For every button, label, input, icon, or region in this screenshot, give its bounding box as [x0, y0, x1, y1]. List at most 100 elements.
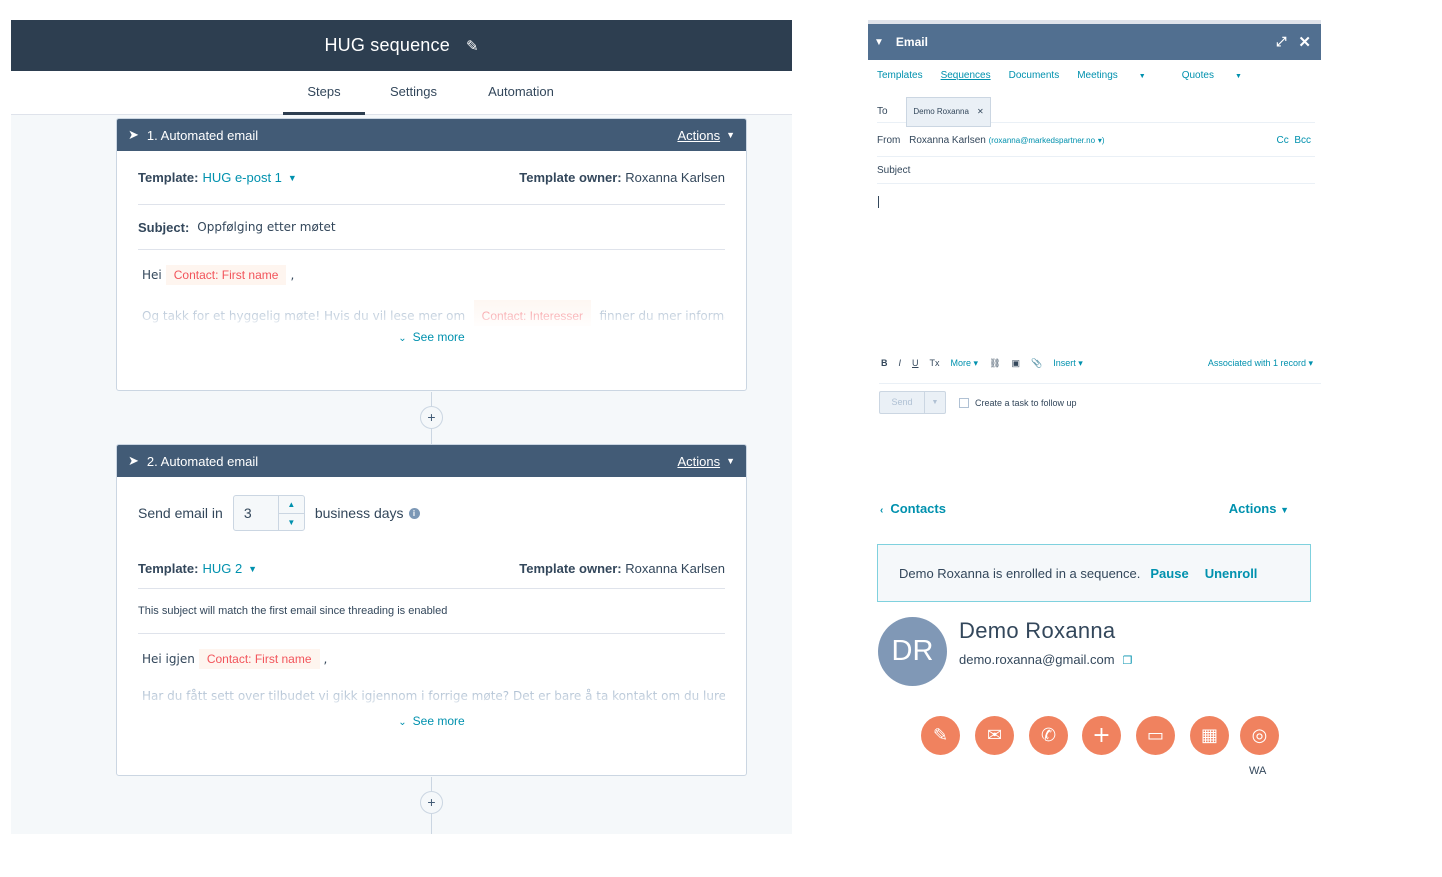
avatar: DR	[878, 617, 947, 686]
personalization-token: Contact: Interesser	[473, 300, 592, 326]
chevron-down-icon: ⌄	[398, 333, 407, 344]
personalization-token: Contact: First name	[198, 649, 320, 669]
owner-label: Template owner:	[519, 170, 622, 185]
image-icon[interactable]: ▣	[1012, 358, 1021, 369]
call-icon[interactable]: ✆	[1029, 716, 1068, 755]
associated-records-dropdown[interactable]: Associated with 1 record ▾	[1208, 358, 1313, 369]
log-icon[interactable]: ▭	[1136, 716, 1175, 755]
days-value[interactable]: 3	[234, 496, 278, 530]
template-row: Template: HUG e-post 1 ▼ Template owner:…	[138, 151, 725, 205]
bold-button[interactable]: B	[881, 358, 888, 368]
send-row: Send ▼ Create a task to follow up	[879, 383, 1321, 414]
caret-down-icon: ▼	[1234, 73, 1242, 80]
increment-icon[interactable]: ▲	[278, 496, 304, 514]
send-button[interactable]: Send ▼	[879, 391, 946, 414]
see-more-link[interactable]: ⌄ See more	[138, 714, 725, 728]
copy-icon[interactable]: ❐	[1123, 655, 1133, 667]
caret-down-icon: ▾)	[1097, 136, 1105, 145]
bcc-link[interactable]: Bcc	[1294, 135, 1311, 146]
actions-label: Actions	[677, 127, 721, 143]
caret-down-icon: ▼	[1138, 73, 1146, 80]
chevron-down-icon[interactable]: ▼	[874, 37, 884, 48]
add-step-button[interactable]: +	[420, 791, 443, 814]
days-stepper[interactable]: 3 ▲ ▼	[232, 495, 305, 531]
sequences-link[interactable]: Sequences	[941, 70, 991, 81]
caret-down-icon: ▼	[248, 563, 258, 574]
see-more-link[interactable]: ⌄ See more	[138, 330, 725, 344]
edit-pencil-icon[interactable]: ✎	[466, 37, 479, 55]
paper-plane-icon: ➤	[128, 127, 139, 142]
preview-text: Har du fått sett over tilbudet vi gikk i…	[142, 689, 725, 703]
follow-up-label: Create a task to follow up	[975, 397, 1077, 408]
insert-label: Insert	[1053, 357, 1076, 368]
tab-settings[interactable]: Settings	[381, 71, 446, 115]
chip-label: Demo Roxanna	[913, 107, 969, 116]
email-header: ▼ Email ⤢ ✕	[868, 24, 1321, 60]
template-select[interactable]: HUG 2	[202, 561, 242, 576]
send-delay-row: Send email in 3 ▲ ▼ business days i	[138, 477, 725, 549]
italic-button[interactable]: I	[899, 358, 902, 368]
enrollment-text: Demo Roxanna is enrolled in a sequence.	[899, 565, 1141, 581]
insert-dropdown[interactable]: Insert ▾	[1053, 358, 1083, 369]
greeting-comma: ,	[290, 268, 295, 282]
step-card-header: ➤ 1. Automated email Actions ▼	[117, 119, 746, 151]
whatsapp-icon[interactable]: ◎	[1240, 716, 1279, 755]
from-name: Roxanna Karlsen	[909, 135, 986, 146]
more-dropdown[interactable]: More ▾	[951, 358, 979, 369]
caret-down-icon: ▼	[726, 130, 735, 140]
to-field[interactable]: To Demo Roxanna ✕	[877, 97, 1315, 127]
subject-field[interactable]: Subject	[877, 159, 1315, 184]
step-actions-button[interactable]: Actions	[677, 128, 720, 143]
owner-label: Template owner:	[519, 561, 622, 576]
info-icon[interactable]: i	[408, 507, 420, 519]
tab-automation[interactable]: Automation	[479, 71, 563, 115]
subject-value: Oppfølging etter møtet	[197, 220, 336, 234]
caret-down-icon: ▼	[726, 456, 735, 466]
enrollment-banner: Demo Roxanna is enrolled in a sequence. …	[877, 544, 1311, 602]
quotes-dropdown[interactable]: Quotes ▼	[1182, 70, 1260, 81]
follow-up-checkbox[interactable]	[959, 397, 969, 408]
documents-link[interactable]: Documents	[1009, 70, 1060, 81]
back-to-contacts-link[interactable]: ‹ Contacts	[880, 501, 946, 516]
from-email[interactable]: (roxanna@markedspartner.no	[989, 136, 1095, 145]
close-icon[interactable]: ✕	[1298, 33, 1311, 51]
underline-button[interactable]: U	[912, 358, 919, 368]
remove-icon[interactable]: ✕	[977, 107, 984, 116]
meeting-icon[interactable]: ▦	[1190, 716, 1229, 755]
step-actions-button[interactable]: Actions	[677, 454, 720, 469]
template-select[interactable]: HUG e-post 1	[202, 170, 281, 185]
email-icon[interactable]: ✉	[975, 716, 1014, 755]
recipient-chip[interactable]: Demo Roxanna ✕	[906, 97, 991, 127]
sequence-editor: HUG sequence ✎ Steps Settings Automation…	[11, 20, 792, 834]
from-field[interactable]: From Roxanna Karlsen (roxanna@markedspar…	[877, 127, 1315, 157]
pause-link[interactable]: Pause	[1150, 566, 1188, 581]
cc-link[interactable]: Cc	[1277, 135, 1289, 146]
templates-link[interactable]: Templates	[877, 70, 923, 81]
caret-down-icon[interactable]: ▼	[924, 392, 945, 413]
contact-actions-dropdown[interactable]: Actions ▼	[1229, 501, 1289, 516]
meetings-dropdown[interactable]: Meetings ▼	[1077, 70, 1164, 81]
subject-label: Subject:	[138, 219, 190, 235]
email-preview: Og takk for et hyggelig møte! Hvis du vi…	[138, 300, 725, 326]
template-owner: Template owner: Roxanna Karlsen	[519, 561, 725, 576]
template-label: Template:	[138, 170, 199, 185]
template-row: Template: HUG 2 ▼ Template owner: Roxann…	[138, 549, 725, 589]
add-icon[interactable]: +	[1082, 716, 1121, 755]
decrement-icon[interactable]: ▼	[279, 514, 304, 531]
link-icon[interactable]: ⛓	[989, 358, 1000, 369]
owner-name: Roxanna Karlsen	[625, 170, 725, 185]
tab-steps[interactable]: Steps	[283, 71, 365, 115]
clear-format-button[interactable]: Tx	[930, 358, 940, 368]
step-title: 1. Automated email	[146, 127, 259, 143]
unenroll-link[interactable]: Unenroll	[1205, 566, 1258, 581]
note-icon[interactable]: ✎	[921, 716, 960, 755]
personalization-token: Contact: First name	[165, 265, 287, 285]
add-step-button[interactable]: +	[420, 406, 443, 429]
greeting-text: Hei	[142, 268, 162, 282]
greeting-text: Hei igjen	[142, 652, 195, 666]
contact-email-row: demo.roxanna@gmail.com ❐	[959, 652, 1132, 667]
cc-bcc-links: Cc Bcc	[1277, 127, 1311, 155]
actions-label: Actions	[1228, 501, 1277, 516]
attachment-icon[interactable]: 📎	[1031, 358, 1042, 369]
expand-icon[interactable]: ⤢	[1276, 34, 1286, 50]
